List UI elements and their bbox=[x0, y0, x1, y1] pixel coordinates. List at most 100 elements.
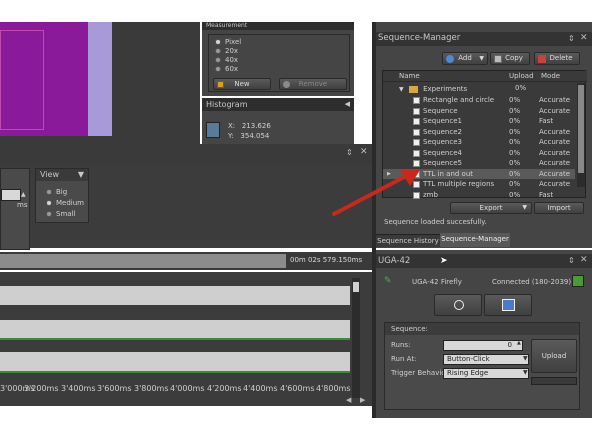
column-mode[interactable]: Mode bbox=[541, 72, 560, 80]
tab-sequence-manager[interactable]: Sequence-Manager bbox=[440, 233, 510, 247]
import-button[interactable]: Import bbox=[534, 202, 584, 214]
close-icon[interactable]: ✕ bbox=[360, 147, 368, 157]
view-group: View ▼ Big Medium Small bbox=[35, 168, 89, 223]
close-icon[interactable]: ✕ bbox=[580, 255, 588, 265]
scrollbar-thumb[interactable] bbox=[578, 85, 584, 173]
view-option-small[interactable]: Small bbox=[46, 209, 75, 220]
sequence-row[interactable]: Sequence3 0% Accurate bbox=[383, 137, 575, 148]
collapse-icon[interactable]: ◀ bbox=[345, 98, 350, 111]
chevron-down-icon[interactable]: ▼ bbox=[78, 169, 84, 181]
uga-header: UGA-42 ⇕ ✕ bbox=[376, 254, 592, 268]
center-button[interactable] bbox=[434, 294, 482, 316]
timeline-track[interactable] bbox=[0, 320, 350, 339]
column-upload[interactable]: Upload bbox=[509, 72, 534, 80]
sequence-name: Rectangle and circle bbox=[423, 96, 495, 104]
sequence-mode: Accurate bbox=[539, 106, 571, 115]
tick-2: 3'400ms bbox=[61, 384, 96, 393]
bottom-margin bbox=[0, 418, 592, 444]
sequence-mode: Fast bbox=[539, 190, 554, 199]
timeline-track[interactable] bbox=[0, 352, 350, 371]
image-empty-region bbox=[112, 22, 196, 136]
export-button[interactable]: Export ▼ bbox=[450, 202, 532, 214]
chevron-down-icon[interactable]: ▼ bbox=[523, 355, 528, 362]
sequence-row[interactable]: Sequence2 0% Accurate bbox=[383, 127, 575, 138]
settings-region: ▲ ms View ▼ Big Medium Small bbox=[0, 164, 372, 250]
upload-button[interactable]: Upload bbox=[531, 339, 577, 373]
chevron-down-icon[interactable]: ▼ bbox=[523, 369, 528, 376]
sequence-row[interactable]: Sequence1 0% Fast bbox=[383, 116, 575, 127]
folder-upload: 0% bbox=[515, 84, 527, 92]
trigger-select[interactable]: Rising Edge bbox=[443, 368, 529, 379]
remove-button[interactable]: Remove bbox=[279, 78, 347, 90]
sequence-name: Sequence2 bbox=[423, 127, 462, 136]
runs-stepper-icon[interactable]: ▲ bbox=[517, 340, 521, 346]
tree-header: Name Upload Mode bbox=[383, 71, 587, 82]
tick-8: 4'600ms bbox=[280, 384, 315, 393]
sequence-row[interactable]: Rectangle and circle 0% Accurate bbox=[383, 95, 575, 106]
time-input[interactable] bbox=[1, 189, 21, 201]
sequence-upload: 0% bbox=[509, 159, 521, 167]
sequence-mode: Accurate bbox=[539, 138, 571, 146]
run-at-select[interactable]: Button-Click bbox=[443, 354, 529, 365]
tick-3: 3'600ms bbox=[97, 384, 132, 393]
scrollbar-thumb[interactable] bbox=[353, 282, 359, 292]
radio-icon bbox=[215, 39, 221, 45]
uga-panel: UGA-42 ⇕ ✕ ✎ UGA-42 Firefly Connected (1… bbox=[376, 250, 592, 418]
run-at-label: Run At: bbox=[391, 355, 417, 363]
sequence-row[interactable]: Sequence4 0% Accurate bbox=[383, 148, 575, 159]
histogram-y: Y: 354.054 bbox=[228, 132, 270, 140]
folder-icon bbox=[408, 85, 418, 93]
time-stepper-icon[interactable]: ▲ bbox=[21, 191, 26, 198]
tick-4: 3'800ms bbox=[134, 384, 169, 393]
chevron-down-icon: ▼ bbox=[522, 204, 527, 211]
crosshair-icon bbox=[454, 300, 464, 310]
sequence-mode: Accurate bbox=[539, 96, 571, 104]
sequence-upload: 0% bbox=[509, 117, 521, 125]
runs-field[interactable]: 0 bbox=[443, 340, 523, 351]
timeline-scrollbar[interactable] bbox=[352, 278, 360, 398]
timeline-scroll-right-icon[interactable]: ◀ bbox=[346, 396, 351, 404]
image-view[interactable] bbox=[0, 22, 200, 144]
top-margin bbox=[0, 0, 592, 22]
arrow-shaft bbox=[332, 172, 412, 216]
timeline-scroll-left-icon[interactable]: ▶ bbox=[360, 396, 365, 404]
sequence-row[interactable]: Sequence 0% Accurate bbox=[383, 106, 575, 117]
sequence-icon bbox=[413, 149, 420, 157]
radio-icon bbox=[46, 189, 52, 195]
float-icon[interactable]: ⇕ bbox=[568, 256, 575, 265]
fit-button[interactable] bbox=[484, 294, 532, 316]
tree-folder[interactable]: ▼ Experiments bbox=[399, 84, 467, 95]
delete-button[interactable]: Delete bbox=[534, 52, 580, 65]
time-readout: 00m 02s 579.150ms bbox=[290, 256, 363, 264]
sequence-mode: Accurate bbox=[539, 127, 571, 136]
new-icon bbox=[217, 81, 224, 88]
view-option-big[interactable]: Big bbox=[46, 187, 67, 198]
timeline-signal bbox=[0, 371, 350, 373]
connect-icon[interactable] bbox=[572, 275, 584, 287]
float-icon[interactable]: ⇕ bbox=[568, 34, 575, 43]
option-60x[interactable]: 60x bbox=[215, 64, 238, 75]
column-name[interactable]: Name bbox=[399, 72, 420, 80]
tab-sequence-history[interactable]: Sequence History bbox=[376, 234, 440, 247]
time-readout-bar: 00m 02s 579.150ms bbox=[0, 252, 372, 270]
sequence-mode: Accurate bbox=[539, 180, 571, 188]
sequence-name: TTL in and out bbox=[423, 169, 474, 178]
timeline-track[interactable] bbox=[0, 286, 350, 305]
sequence-mode: Accurate bbox=[539, 148, 571, 157]
time-progress-track[interactable] bbox=[0, 254, 286, 268]
add-button[interactable]: Add ▼ bbox=[442, 52, 488, 65]
float-icon[interactable]: ⇕ bbox=[346, 148, 353, 157]
view-option-medium[interactable]: Medium bbox=[46, 198, 84, 209]
sequence-name: Sequence bbox=[423, 106, 458, 115]
close-icon[interactable]: ✕ bbox=[580, 33, 588, 43]
chevron-down-icon[interactable]: ▼ bbox=[399, 86, 404, 93]
tick-5: 4'000ms bbox=[170, 384, 205, 393]
new-button[interactable]: New bbox=[213, 78, 271, 90]
copy-button[interactable]: Copy bbox=[490, 52, 530, 65]
tick-1: 3'200ms bbox=[24, 384, 59, 393]
tree-scrollbar[interactable] bbox=[577, 83, 585, 187]
tick-6: 4'200ms bbox=[207, 384, 242, 393]
view-title: View ▼ bbox=[36, 169, 88, 181]
histogram-header: Histogram ◀ bbox=[202, 98, 354, 111]
roi-rectangle[interactable] bbox=[0, 30, 44, 130]
